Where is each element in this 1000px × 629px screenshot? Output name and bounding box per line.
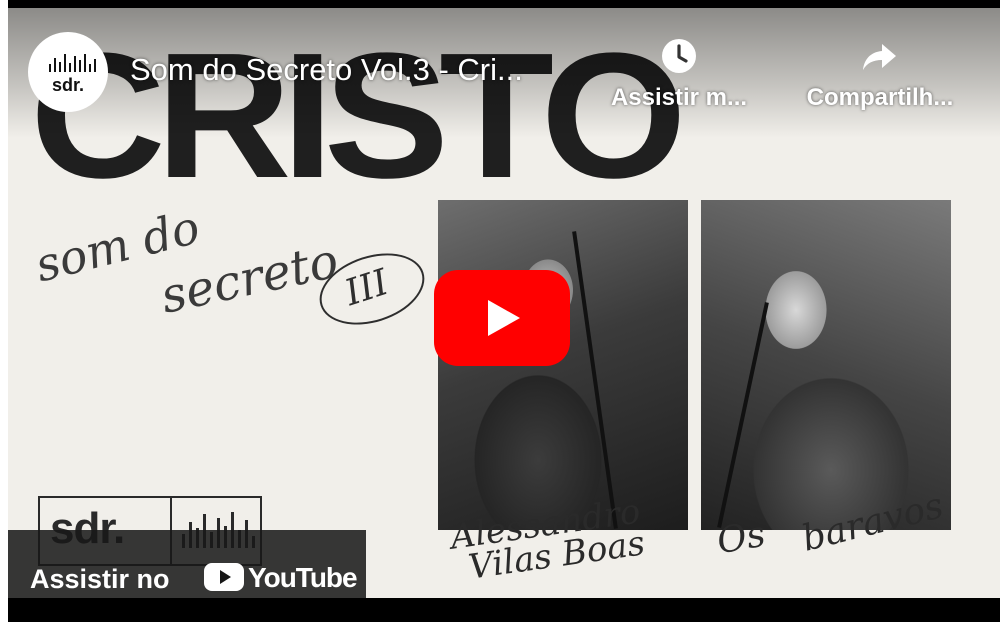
video-thumbnail[interactable]: CRISTO som do secreto III Alessandro Vil… bbox=[8, 8, 1000, 598]
play-icon bbox=[488, 300, 520, 336]
video-title[interactable]: Som do Secreto Vol.3 - Cri... bbox=[130, 52, 523, 88]
channel-avatar[interactable]: sdr. bbox=[28, 32, 108, 112]
clock-icon bbox=[662, 39, 696, 73]
mic-stand bbox=[572, 231, 618, 529]
mic-stand bbox=[717, 302, 769, 528]
watch-on-label: Assistir no bbox=[30, 564, 170, 594]
soundwave-icon bbox=[49, 54, 96, 72]
artist-photo-right bbox=[701, 200, 951, 530]
volume-mark-text: III bbox=[340, 261, 394, 315]
watch-later-button[interactable]: Assistir m... bbox=[594, 36, 764, 112]
share-arrow-icon bbox=[863, 44, 896, 70]
video-player[interactable]: CRISTO som do secreto III Alessandro Vil… bbox=[8, 0, 1000, 622]
watch-later-label: Assistir m... bbox=[610, 84, 748, 111]
share-button[interactable]: Compartilh... bbox=[790, 36, 970, 112]
youtube-logo-icon bbox=[204, 563, 244, 591]
youtube-wordmark: YouTube bbox=[248, 562, 358, 593]
watch-on-youtube-button[interactable]: Assistir no YouTube bbox=[8, 530, 366, 598]
signature-right-line1: Os bbox=[714, 513, 769, 563]
channel-avatar-text: sdr. bbox=[51, 75, 85, 95]
share-label: Compartilh... bbox=[806, 84, 954, 111]
play-button[interactable] bbox=[434, 270, 570, 366]
